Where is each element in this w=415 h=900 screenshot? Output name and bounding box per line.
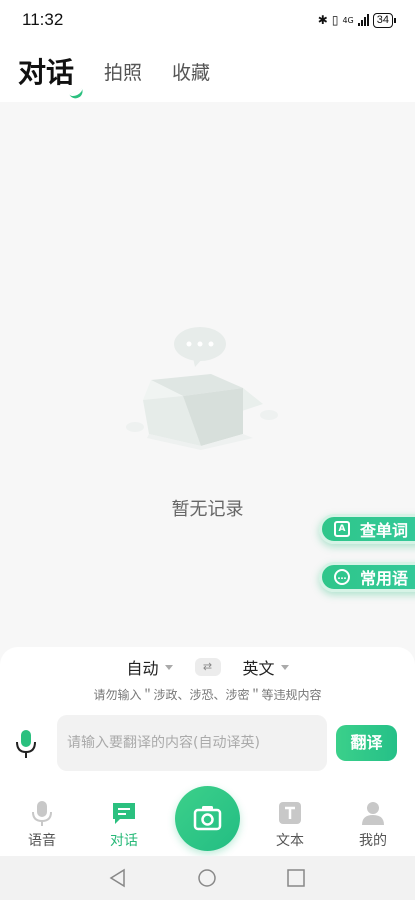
empty-state (0, 322, 415, 456)
nav-voice-label: 语音 (28, 833, 56, 849)
language-selector: 自动 ⇄ 英文 (0, 655, 415, 679)
empty-box-icon (125, 327, 278, 450)
chevron-down-icon (164, 664, 173, 670)
nav-item-conversation[interactable]: 对话 (94, 800, 154, 850)
lookup-word-label: 查单词 (360, 521, 409, 540)
chat-icon (113, 803, 135, 824)
tab-conversation[interactable]: 对话 (18, 51, 85, 101)
bluetooth-icon: ✱ (317, 13, 328, 27)
signal-icon (357, 14, 369, 26)
nav-item-text[interactable]: 文本 (260, 800, 320, 850)
mic-icon (16, 730, 36, 758)
network-type: 4G (342, 15, 354, 25)
tab-favorites[interactable]: 收藏 (172, 58, 210, 85)
translate-panel: 自动 ⇄ 英文 请勿输入＂涉政、涉恐、涉密＂等违规内容 翻译 (0, 647, 415, 792)
translate-input[interactable] (57, 715, 327, 771)
target-language-label: 英文 (242, 659, 275, 678)
home-icon[interactable] (197, 868, 217, 892)
nav-item-profile[interactable]: 我的 (343, 800, 403, 850)
nav-profile-label: 我的 (359, 833, 387, 849)
common-phrases-button[interactable]: … 常用语 (319, 562, 415, 592)
nav-text-label: 文本 (276, 833, 304, 849)
dictionary-icon: A (334, 521, 350, 537)
battery-icon: 34 (372, 12, 397, 28)
content-warning: 请勿输入＂涉政、涉恐、涉密＂等违规内容 (93, 688, 322, 702)
lookup-word-button[interactable]: A 查单词 (319, 514, 415, 544)
swap-icon: ⇄ (202, 660, 213, 673)
source-language-select[interactable]: 自动 (126, 655, 173, 679)
tab-active-indicator (69, 88, 85, 101)
tab-photo-label: 拍照 (104, 61, 143, 84)
mic-icon (32, 801, 52, 826)
source-language-label: 自动 (126, 659, 159, 678)
tab-favorites-label: 收藏 (172, 61, 211, 84)
voice-input-button[interactable] (14, 728, 38, 760)
vibrate-icon: ▯ (331, 13, 339, 27)
nav-conversation-label: 对话 (110, 833, 138, 849)
camera-icon (193, 806, 222, 831)
nav-item-voice[interactable]: 语音 (12, 800, 72, 850)
translate-button[interactable]: 翻译 (336, 725, 397, 761)
back-icon[interactable] (108, 868, 128, 892)
tab-photo[interactable]: 拍照 (104, 58, 142, 85)
swap-languages-button[interactable]: ⇄ (194, 658, 221, 676)
bottom-nav: 语音 对话 文本 我的 (0, 786, 415, 856)
chat-bubble-icon: … (334, 569, 350, 585)
battery-level: 34 (376, 13, 389, 26)
status-time: 11:32 (22, 10, 64, 29)
status-bar: 11:32 ✱ ▯ 4G 34 (0, 0, 415, 40)
camera-button[interactable] (175, 786, 240, 851)
top-tabs: 对话 拍照 收藏 (0, 40, 415, 102)
status-icons: ✱ ▯ 4G 34 (317, 12, 397, 28)
chevron-down-icon (280, 664, 289, 670)
target-language-select[interactable]: 英文 (243, 655, 289, 679)
recents-icon[interactable] (286, 868, 306, 892)
system-nav-bar (0, 856, 415, 900)
text-icon (279, 802, 301, 824)
tab-conversation-label: 对话 (18, 56, 75, 89)
person-icon (362, 802, 384, 825)
common-phrases-label: 常用语 (360, 569, 409, 588)
